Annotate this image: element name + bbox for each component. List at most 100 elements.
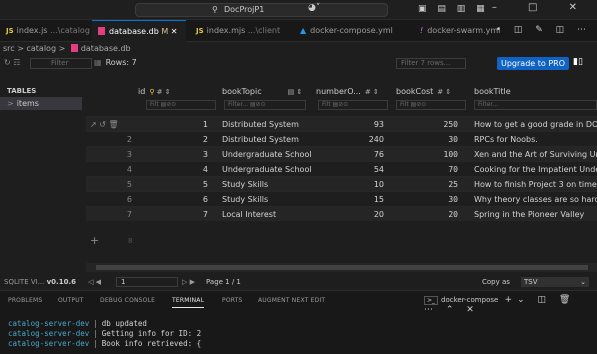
filter-rows-input[interactable]: Filter 7 rows... bbox=[396, 58, 466, 69]
add-row-button[interactable]: + bbox=[90, 234, 99, 247]
cell-booktitle[interactable]: How to finish Project 3 on time bbox=[474, 177, 597, 192]
column-actions-icons[interactable]: ⚲ # ⇕ bbox=[149, 88, 170, 96]
pagination-bar: SQLITE VI... v0.10.6 ◁ ◀ 1 ▷ ▶ Page 1 / … bbox=[0, 275, 597, 289]
cell-numberofitems[interactable]: 10 bbox=[318, 177, 384, 192]
tab-docker-compose[interactable]: ▲ docker-compose.yml bbox=[294, 20, 404, 42]
table-row[interactable]: 4 4 Undergraduate School 54 70 Cooking f… bbox=[86, 161, 597, 176]
db-toolbar: ↻ ☶ Filter ▦ Rows: 7 Filter 7 rows... Upg… bbox=[0, 56, 597, 71]
cell-bookcost[interactable]: 20 bbox=[396, 207, 458, 222]
tables-heading: TABLES bbox=[7, 87, 37, 95]
row-number: 3 bbox=[126, 150, 132, 159]
sidebar-item-items[interactable]: > items bbox=[0, 97, 82, 110]
cell-numberofitems[interactable]: 76 bbox=[318, 147, 384, 162]
cell-id[interactable]: 1 bbox=[146, 117, 208, 132]
tab-terminal[interactable]: TERMINAL bbox=[172, 297, 205, 308]
cell-bookcost[interactable]: 25 bbox=[396, 177, 458, 192]
panel-toggle-icons[interactable]: ▮▯ bbox=[573, 57, 583, 67]
tab-index-js[interactable]: JS index.js ...\catalog bbox=[0, 20, 92, 42]
cell-id[interactable]: 4 bbox=[146, 162, 208, 177]
breadcrumb-catalog[interactable]: catalog bbox=[26, 44, 56, 53]
page-number-input[interactable]: 1 bbox=[116, 277, 178, 287]
cell-id[interactable]: 2 bbox=[146, 132, 208, 147]
tab-ports[interactable]: PORTS bbox=[222, 297, 243, 304]
command-center-search[interactable]: ⚲ DocProjP1 bbox=[135, 3, 388, 17]
row-number: 7 bbox=[126, 210, 132, 219]
column-filter-bookcost[interactable]: Filt ▤⊘⊙ bbox=[396, 100, 466, 110]
tab-problems[interactable]: PROBLEMS bbox=[8, 297, 42, 304]
workspace-name: DocProjP1 bbox=[224, 5, 265, 14]
cell-numberofitems[interactable]: 93 bbox=[318, 117, 384, 132]
cell-bookcost[interactable]: 30 bbox=[396, 192, 458, 207]
table-row[interactable]: 7 7 Local Interest 20 20 Spring in the P… bbox=[86, 206, 597, 221]
cell-booktitle[interactable]: Why theory classes are so hard bbox=[474, 192, 597, 207]
breadcrumb-src[interactable]: src bbox=[3, 44, 15, 53]
cell-numberofitems[interactable]: 54 bbox=[318, 162, 384, 177]
yaml-file-icon: ! bbox=[420, 26, 424, 35]
cell-booktitle[interactable]: Spring in the Pioneer Valley bbox=[474, 207, 597, 222]
next-page-buttons[interactable]: ▷ ▶ bbox=[182, 275, 195, 289]
breadcrumb-file[interactable]: database.db bbox=[81, 44, 131, 53]
row-actions-icons[interactable]: ↗ ↺ 🗑 bbox=[90, 117, 119, 132]
cell-bookcost[interactable]: 250 bbox=[396, 117, 458, 132]
table-row[interactable]: 2 2 Distributed System 240 30 RPCs for N… bbox=[86, 131, 597, 146]
javascript-file-icon: JS bbox=[6, 27, 14, 35]
data-grid: id ⚲ # ⇕ bookTopic ▤ ⇕ numberO... # ⇕ bookC… bbox=[86, 87, 597, 263]
cell-id[interactable]: 3 bbox=[146, 147, 208, 162]
close-icon[interactable]: ✕ bbox=[171, 27, 178, 36]
cell-booktitle[interactable]: How to get a good grade in DOS in 40 min… bbox=[474, 117, 597, 132]
column-filter-booktitle[interactable]: Filter... bbox=[474, 100, 597, 110]
column-filter-id[interactable]: Filt ▤⊘⊙ bbox=[146, 100, 216, 110]
column-actions-icons[interactable]: # ⇕ bbox=[437, 88, 451, 96]
terminal-output[interactable]: catalog-server-dev | db updated catalog-se… bbox=[8, 319, 201, 349]
copy-format-select[interactable]: TSV ⌄ bbox=[521, 277, 589, 287]
cell-booktopic[interactable]: Study Skills bbox=[222, 177, 314, 192]
upgrade-button[interactable]: Upgrade to PRO bbox=[497, 57, 569, 70]
tab-augment-next-edit[interactable]: AUGMENT NEXT EDIT bbox=[258, 297, 325, 304]
cell-booktitle[interactable]: Xen and the Art of Surviving Undergradua… bbox=[474, 147, 597, 162]
window-controls[interactable]: – □ ✕ bbox=[492, 2, 591, 13]
cell-numberofitems[interactable]: 240 bbox=[318, 132, 384, 147]
table-row[interactable]: 5 5 Study Skills 10 25 How to finish Pro… bbox=[86, 176, 597, 191]
tab-debug-console[interactable]: DEBUG CONSOLE bbox=[100, 297, 155, 304]
cell-id[interactable]: 5 bbox=[146, 177, 208, 192]
cell-booktopic[interactable]: Undergraduate School bbox=[222, 147, 314, 162]
prev-page-buttons[interactable]: ◁ ◀ bbox=[88, 275, 101, 289]
horizontal-scrollbar[interactable] bbox=[86, 263, 597, 272]
cell-id[interactable]: 7 bbox=[146, 207, 208, 222]
row-number: 2 bbox=[126, 135, 132, 144]
cell-id[interactable]: 6 bbox=[146, 192, 208, 207]
table-filter-input[interactable]: Filter bbox=[30, 58, 92, 69]
layout-icons[interactable]: ▣ ▤ ▥ ▦ bbox=[418, 4, 489, 14]
row-number: 5 bbox=[126, 180, 132, 189]
cell-booktopic[interactable]: Local Interest bbox=[222, 207, 314, 222]
extension-version: SQLITE VI... v0.10.6 bbox=[4, 278, 76, 286]
cell-bookcost[interactable]: 70 bbox=[396, 162, 458, 177]
scrollbar-thumb[interactable] bbox=[96, 265, 588, 270]
terminal-name[interactable]: docker-compose bbox=[441, 296, 498, 304]
table-row[interactable]: 3 3 Undergraduate School 76 100 Xen and … bbox=[86, 146, 597, 161]
db-sidebar-icons[interactable]: ↻ ☶ bbox=[4, 58, 20, 67]
column-filter-numberofitems[interactable]: Filt ▤⊘⊙ bbox=[318, 100, 388, 110]
tab-database-db[interactable]: database.db M ✕ bbox=[92, 20, 186, 42]
cell-numberofitems[interactable]: 20 bbox=[318, 207, 384, 222]
cell-booktopic[interactable]: Distributed System bbox=[222, 132, 314, 147]
tab-index-mjs[interactable]: JS index.mjs ...\client bbox=[190, 20, 282, 42]
table-row[interactable]: ↗ ↺ 🗑 1 Distributed System 93 250 How to… bbox=[86, 116, 597, 131]
editor-actions[interactable]: • ◫ ✎ ◫ ⋯ bbox=[496, 25, 591, 35]
cell-numberofitems[interactable]: 15 bbox=[318, 192, 384, 207]
column-filter-booktopic[interactable]: Filter... ▤⊘⊙ bbox=[224, 100, 306, 110]
tab-output[interactable]: OUTPUT bbox=[58, 297, 84, 304]
cell-booktopic[interactable]: Study Skills bbox=[222, 192, 314, 207]
cell-booktitle[interactable]: Cooking for the Impatient Undergrad bbox=[474, 162, 597, 177]
cell-booktopic[interactable]: Distributed System bbox=[222, 117, 314, 132]
cell-booktitle[interactable]: RPCs for Noobs. bbox=[474, 132, 597, 147]
column-actions-icons[interactable]: ▤ ⇕ bbox=[288, 88, 303, 96]
chevron-down-icon: ⌄ bbox=[580, 278, 586, 286]
cell-bookcost[interactable]: 30 bbox=[396, 132, 458, 147]
cell-bookcost[interactable]: 100 bbox=[396, 147, 458, 162]
column-actions-icons[interactable]: # ⇕ bbox=[365, 88, 379, 96]
table-row[interactable]: 6 6 Study Skills 15 30 Why theory classe… bbox=[86, 191, 597, 206]
copilot-icon[interactable]: ◕˅ bbox=[308, 3, 320, 13]
cell-booktopic[interactable]: Undergraduate School bbox=[222, 162, 314, 177]
page-indicator: Page 1 / 1 bbox=[206, 278, 241, 286]
